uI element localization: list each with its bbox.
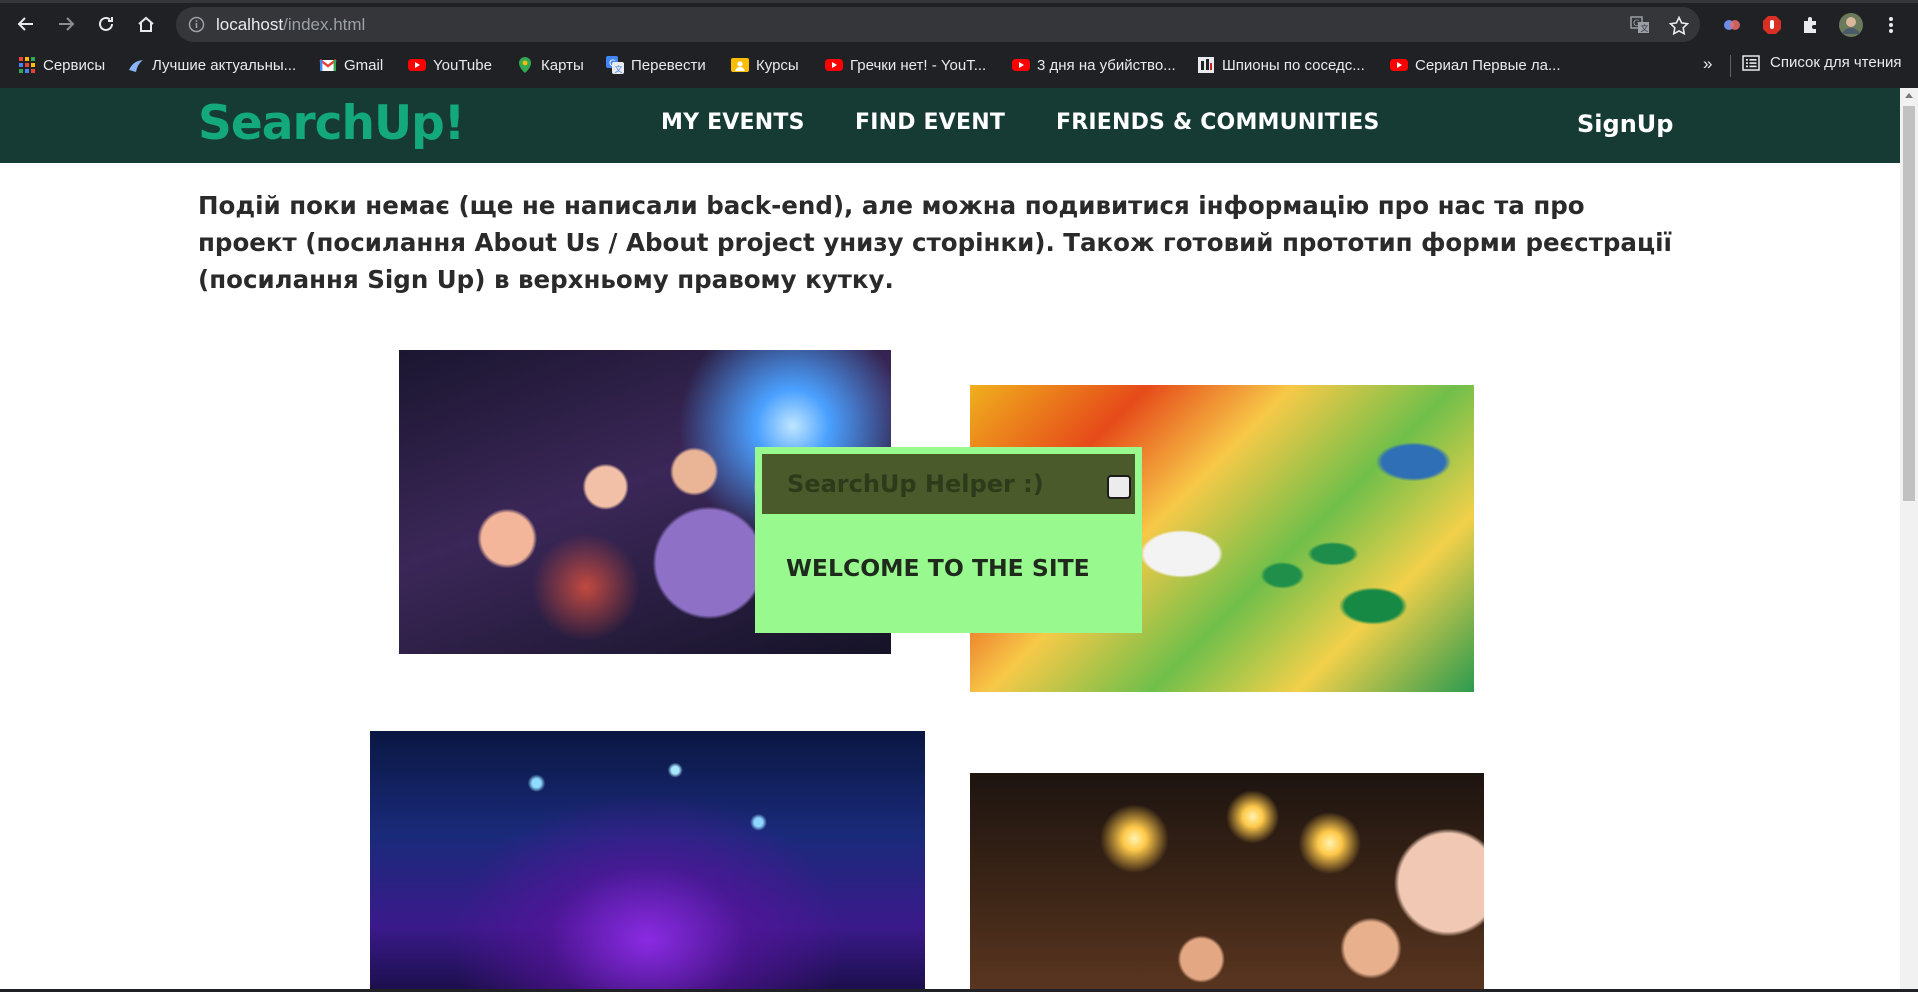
- bookmark-star-icon[interactable]: [1669, 16, 1689, 35]
- browser-chrome: localhost/index.html G文 Сервисы Лучшие а…: [0, 0, 1918, 88]
- scroll-thumb[interactable]: [1903, 106, 1915, 501]
- nav-find-event[interactable]: FIND EVENT: [855, 110, 1005, 135]
- bookmark-youtube[interactable]: YouTube: [408, 54, 492, 76]
- youtube-icon: [1390, 59, 1408, 71]
- bookmark-courses[interactable]: Курсы: [731, 54, 799, 76]
- svg-text:文: 文: [1641, 23, 1649, 33]
- site-icon: [1198, 57, 1214, 73]
- helper-close-checkbox[interactable]: [1107, 475, 1131, 499]
- reload-icon: [99, 16, 113, 31]
- tab-strip-edge: [0, 0, 1918, 3]
- helper-title: SearchUp Helper :): [787, 470, 1044, 498]
- bookmark-spies[interactable]: Шпионы по соседс...: [1197, 54, 1365, 76]
- scroll-up-arrow-icon[interactable]: [1905, 93, 1913, 98]
- extensions-puzzle-icon[interactable]: [1796, 10, 1826, 40]
- reload-button[interactable]: [91, 9, 121, 39]
- helper-header: SearchUp Helper :): [762, 454, 1135, 514]
- apps-grid-icon: [19, 57, 35, 73]
- youtube-icon: [408, 59, 426, 71]
- bookmark-youtube-series[interactable]: Сериал Первые ла...: [1390, 54, 1560, 76]
- url-text[interactable]: localhost/index.html: [216, 15, 365, 35]
- concert-stage-photo[interactable]: [370, 731, 925, 992]
- translate-page-icon[interactable]: G文: [1630, 16, 1650, 34]
- bookmarks-divider: [1730, 55, 1731, 77]
- reading-list-button[interactable]: Список для чтения: [1742, 54, 1902, 71]
- browser-menu-icon[interactable]: [1876, 10, 1906, 40]
- back-button[interactable]: [11, 9, 41, 39]
- gmail-icon: [319, 59, 337, 71]
- bookmarks-bar: Сервисы Лучшие актуальны... Gmail YouTub…: [0, 50, 1918, 80]
- intro-text: Подій поки немає (ще не написали back-en…: [198, 191, 1672, 294]
- bookmark-services[interactable]: Сервисы: [18, 54, 105, 76]
- courses-icon: [731, 58, 749, 72]
- back-arrow-icon: [17, 17, 33, 31]
- page-scrollbar[interactable]: [1900, 88, 1918, 992]
- helper-message: WELCOME TO THE SITE: [786, 554, 1090, 582]
- extension-icon-1[interactable]: [1717, 10, 1747, 40]
- forward-button[interactable]: [51, 9, 81, 39]
- adblock-icon[interactable]: [1757, 10, 1787, 40]
- site-logo[interactable]: SearchUp!: [198, 96, 465, 151]
- bookmark-gmail[interactable]: Gmail: [319, 54, 383, 76]
- helper-popup: SearchUp Helper :) WELCOME TO THE SITE: [755, 447, 1142, 633]
- forward-arrow-icon: [59, 17, 75, 31]
- page-viewport: SearchUp! MY EVENTS FIND EVENT FRIENDS &…: [0, 88, 1900, 992]
- bookmark-page-icon: [129, 60, 143, 72]
- sparklers-celebration-photo[interactable]: [970, 773, 1484, 992]
- site-header: SearchUp! MY EVENTS FIND EVENT FRIENDS &…: [0, 88, 1900, 163]
- bookmark-youtube-grechki[interactable]: Гречки нет! - YouT...: [825, 54, 986, 76]
- nav-friends-communities[interactable]: FRIENDS & COMMUNITIES: [1056, 110, 1380, 135]
- bookmark-best-current[interactable]: Лучшие актуальны...: [127, 54, 296, 76]
- home-icon: [138, 16, 154, 32]
- bookmark-youtube-3-days[interactable]: 3 дня на убийство...: [1012, 54, 1176, 76]
- signup-link[interactable]: SignUp: [1577, 110, 1673, 138]
- more-bookmarks-button[interactable]: »: [1703, 54, 1712, 74]
- address-bar[interactable]: localhost/index.html G文: [176, 7, 1700, 42]
- youtube-icon: [1012, 59, 1030, 71]
- maps-pin-icon: [519, 57, 531, 73]
- svg-text:文: 文: [615, 64, 623, 74]
- info-icon[interactable]: [188, 16, 205, 33]
- bookmark-translate[interactable]: G文 Перевести: [606, 54, 706, 76]
- home-button[interactable]: [131, 9, 161, 39]
- youtube-icon: [825, 59, 843, 71]
- bookmark-maps[interactable]: Карты: [516, 54, 584, 76]
- translate-icon: G文: [606, 56, 624, 74]
- profile-avatar[interactable]: [1836, 10, 1866, 40]
- reading-list-icon: [1742, 54, 1760, 71]
- nav-my-events[interactable]: MY EVENTS: [661, 110, 805, 135]
